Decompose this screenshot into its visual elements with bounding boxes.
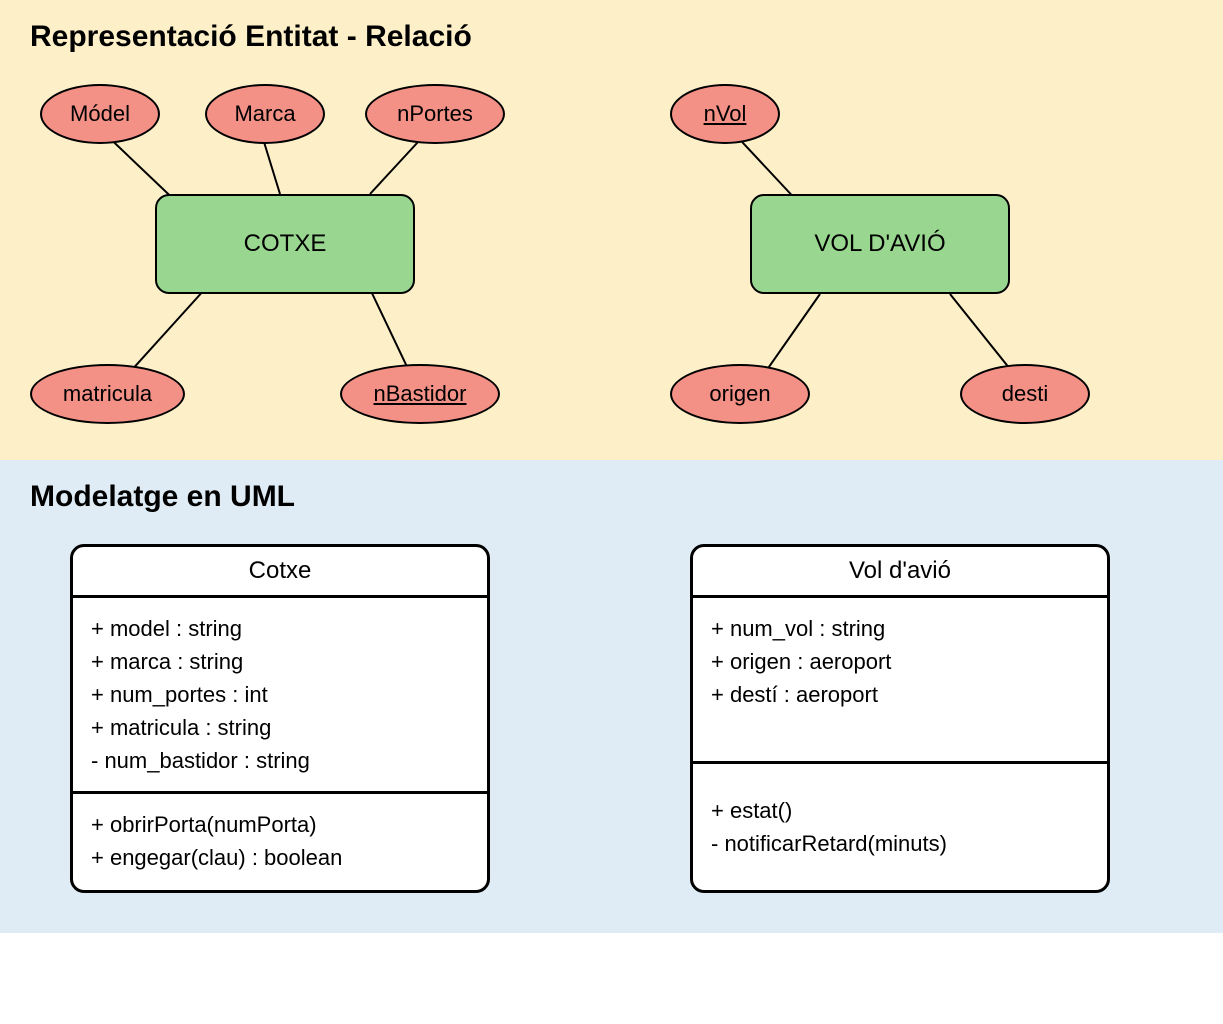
uml-method: + obrirPorta(numPorta) [91, 808, 469, 841]
uml-attr: - num_bastidor : string [91, 744, 469, 777]
uml-class-attrs: + model : string + marca : string + num_… [73, 598, 487, 794]
attr-matricula: matricula [30, 364, 185, 424]
uml-title: Modelatge en UML [30, 480, 1193, 514]
uml-section: Modelatge en UML Cotxe + model : string … [0, 460, 1223, 933]
attr-nportes: nPortes [365, 84, 505, 144]
uml-attr: + num_portes : int [91, 678, 469, 711]
uml-class-vol: Vol d'avió + num_vol : string + origen :… [690, 544, 1110, 893]
uml-attr: + origen : aeroport [711, 645, 1089, 678]
uml-class-cotxe: Cotxe + model : string + marca : string … [70, 544, 490, 893]
uml-class-methods: + estat() - notificarRetard(minuts) [693, 764, 1107, 890]
uml-attr: + model : string [91, 612, 469, 645]
uml-class-attrs: + num_vol : string + origen : aeroport +… [693, 598, 1107, 764]
uml-row: Cotxe + model : string + marca : string … [30, 544, 1193, 893]
attr-origen: origen [670, 364, 810, 424]
uml-attr: + destí : aeroport [711, 678, 1089, 711]
er-canvas: Módel Marca nPortes COTXE matricula nBas… [30, 74, 1193, 454]
er-title: Representació Entitat - Relació [30, 20, 1193, 54]
uml-attr: + matricula : string [91, 711, 469, 744]
attr-nbastidor: nBastidor [340, 364, 500, 424]
uml-method: - notificarRetard(minuts) [711, 827, 1089, 860]
entity-vol: VOL D'AVIÓ [750, 194, 1010, 294]
uml-class-methods: + obrirPorta(numPorta) + engegar(clau) :… [73, 794, 487, 888]
uml-attr: + marca : string [91, 645, 469, 678]
uml-class-name: Cotxe [73, 547, 487, 598]
attr-model: Módel [40, 84, 160, 144]
uml-attr: + num_vol : string [711, 612, 1089, 645]
entity-cotxe: COTXE [155, 194, 415, 294]
attr-marca: Marca [205, 84, 325, 144]
attr-desti: desti [960, 364, 1090, 424]
er-section: Representació Entitat - Relació Módel Ma… [0, 0, 1223, 460]
attr-nvol: nVol [670, 84, 780, 144]
uml-method: + engegar(clau) : boolean [91, 841, 469, 874]
uml-class-name: Vol d'avió [693, 547, 1107, 598]
uml-method: + estat() [711, 794, 1089, 827]
